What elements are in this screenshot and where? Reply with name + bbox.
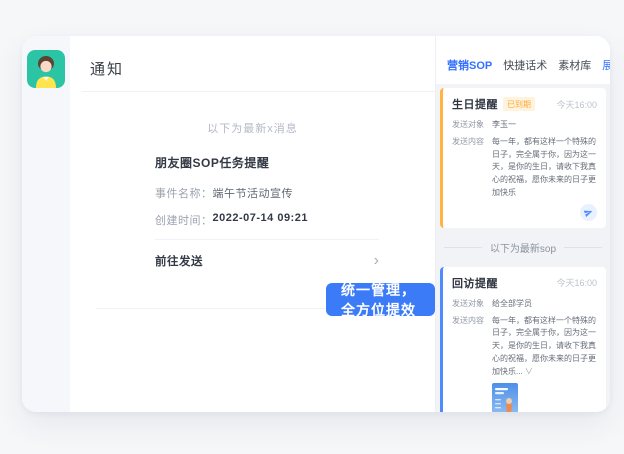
sop-card-revisit-1[interactable]: 回访提醒 今天16:00 发送对象 给全部学员 发送内容 每一年，都有这样一个特… bbox=[440, 267, 606, 412]
target-value: 给全部学员 bbox=[492, 298, 597, 311]
attachment: 在线研读活动.jpg bbox=[492, 383, 597, 412]
expand-content-icon[interactable]: ∨ bbox=[525, 367, 533, 376]
sop-task-message: 朋友圈SOP任务提醒 事件名称： 端午节活动宣传 创建时间： 2022-07-1… bbox=[155, 154, 379, 269]
divider-line bbox=[444, 247, 482, 248]
created-time-row: 创建时间： 2022-07-14 09:21 bbox=[155, 212, 379, 228]
avatar-rail bbox=[22, 36, 70, 412]
target-row: 发送对象 给全部学员 bbox=[452, 298, 597, 311]
target-row: 发送对象 李玉一 bbox=[452, 119, 597, 132]
send-button[interactable] bbox=[580, 204, 597, 221]
expand-button[interactable]: 展开 ∨ bbox=[602, 57, 610, 73]
created-time-label: 创建时间： bbox=[155, 212, 213, 228]
tab-quick-replies[interactable]: 快捷话术 bbox=[503, 57, 547, 73]
go-send-button[interactable]: 前往发送 › bbox=[155, 240, 379, 269]
panel-header: 通知 bbox=[82, 36, 435, 92]
target-label: 发送对象 bbox=[452, 119, 492, 132]
content-text: 每一年，都有这样一个特殊的日子，完全属于你，因为这一天，是你的生日，请收下我真心… bbox=[492, 316, 596, 376]
target-label: 发送对象 bbox=[452, 298, 492, 311]
go-send-label: 前往发送 bbox=[155, 253, 203, 269]
created-time-value: 2022-07-14 09:21 bbox=[213, 212, 308, 228]
content-label: 发送内容 bbox=[452, 315, 492, 379]
divider-line bbox=[564, 247, 602, 248]
sop-card-birthday[interactable]: 生日提醒 已到期 今天16:00 发送对象 李玉一 发送内容 每一年，都有这样一… bbox=[440, 88, 606, 228]
sop-feed-panel: 营销SOP 快捷话术 素材库 展开 ∨ 生日提醒 已到期 今天16:00 发送对… bbox=[435, 36, 610, 412]
paper-plane-icon bbox=[583, 207, 595, 219]
expired-badge: 已到期 bbox=[503, 97, 535, 111]
notification-panel: 通知 以下为最新x消息 朋友圈SOP任务提醒 事件名称： 端午节活动宣传 创建时… bbox=[70, 36, 435, 412]
card-head: 回访提醒 今天16:00 bbox=[452, 275, 597, 291]
latest-sop-divider: 以下为最新sop bbox=[444, 240, 602, 255]
tabbar: 营销SOP 快捷话术 素材库 展开 ∨ bbox=[436, 36, 610, 84]
person-avatar-icon bbox=[27, 50, 65, 88]
page-title: 通知 bbox=[90, 58, 435, 79]
poster-thumbnail bbox=[492, 383, 518, 412]
latest-message-label: 以下为最新x消息 bbox=[70, 120, 435, 136]
tab-material-library[interactable]: 素材库 bbox=[558, 57, 591, 73]
content-label: 发送内容 bbox=[452, 136, 492, 200]
card-title: 回访提醒 bbox=[452, 275, 498, 291]
message-title: 朋友圈SOP任务提醒 bbox=[155, 154, 379, 171]
notification-window: 通知 以下为最新x消息 朋友圈SOP任务提醒 事件名称： 端午节活动宣传 创建时… bbox=[22, 36, 610, 412]
card-time: 今天16:00 bbox=[556, 276, 597, 289]
event-name-label: 事件名称： bbox=[155, 185, 213, 201]
content-value: 每一年，都有这样一个特殊的日子，完全属于你，因为这一天，是你的生日，请收下我真心… bbox=[492, 136, 597, 200]
callout-bubble: 统一管理，全方位提效 bbox=[326, 283, 435, 316]
card-time: 今天16:00 bbox=[556, 98, 597, 111]
event-name-row: 事件名称： 端午节活动宣传 bbox=[155, 185, 379, 201]
callout-text: 统一管理，全方位提效 bbox=[341, 280, 420, 320]
send-row bbox=[452, 204, 597, 221]
latest-sop-label: 以下为最新sop bbox=[490, 240, 556, 255]
content-row: 发送内容 每一年，都有这样一个特殊的日子，完全属于你，因为这一天，是你的生日，请… bbox=[452, 136, 597, 200]
event-name-value: 端午节活动宣传 bbox=[213, 185, 294, 201]
attachment-image[interactable] bbox=[492, 383, 518, 412]
card-title: 生日提醒 bbox=[452, 96, 498, 112]
avatar[interactable] bbox=[27, 50, 65, 88]
content-value: 每一年，都有这样一个特殊的日子，完全属于你，因为这一天，是你的生日，请收下我真心… bbox=[492, 315, 597, 379]
content-row: 发送内容 每一年，都有这样一个特殊的日子，完全属于你，因为这一天，是你的生日，请… bbox=[452, 315, 597, 379]
chevron-right-icon: › bbox=[374, 253, 379, 269]
card-head: 生日提醒 已到期 今天16:00 bbox=[452, 96, 597, 112]
sop-card-list: 生日提醒 已到期 今天16:00 发送对象 李玉一 发送内容 每一年，都有这样一… bbox=[436, 84, 610, 412]
tab-marketing-sop[interactable]: 营销SOP bbox=[447, 57, 492, 73]
expand-label: 展开 bbox=[602, 57, 610, 73]
target-value: 李玉一 bbox=[492, 119, 597, 132]
